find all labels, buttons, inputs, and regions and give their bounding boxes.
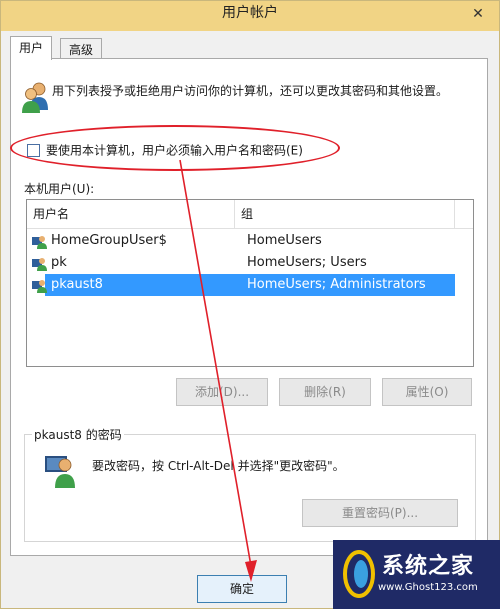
intro-text: 用下列表授予或拒绝用户访问你的计算机，还可以更改其密码和其他设置。 — [52, 84, 449, 98]
user-icon — [32, 258, 47, 271]
require-password-checkbox[interactable] — [27, 144, 40, 157]
properties-button[interactable]: 属性(O) — [382, 378, 472, 406]
users-icon — [22, 82, 48, 113]
column-header-username[interactable]: 用户名 — [27, 200, 235, 228]
row-username: pk — [51, 255, 67, 270]
password-group-title: pkaust8 的密码 — [32, 426, 124, 443]
window-title: 用户帐户 — [222, 5, 278, 21]
require-password-label: 要使用本计算机，用户必须输入用户名和密码(E) — [46, 143, 303, 158]
user-icon — [45, 456, 75, 488]
row-username: pkaust8 — [51, 277, 103, 292]
title-bar: 用户帐户 ✕ — [1, 1, 499, 31]
table-row[interactable]: HomeGroupUser$ HomeUsers — [27, 230, 455, 252]
remove-user-button[interactable]: 删除(R) — [279, 378, 371, 406]
add-user-button[interactable]: 添加(D)... — [176, 378, 268, 406]
watermark-url: www.Ghost123.com — [378, 582, 478, 593]
tab-users[interactable]: 用户 — [10, 36, 53, 60]
row-group: HomeUsers; Users — [247, 255, 367, 270]
table-row-selected[interactable]: pkaust8 HomeUsers; Administrators — [32, 274, 455, 296]
row-group: HomeUsers; Administrators — [247, 277, 426, 292]
tab-advanced[interactable]: 高级 — [60, 38, 103, 60]
user-icon — [32, 280, 47, 293]
logo-icon — [343, 550, 375, 598]
ok-button[interactable]: 确定 — [197, 575, 287, 603]
table-row[interactable]: pk HomeUsers; Users — [27, 252, 455, 274]
require-password-option[interactable]: 要使用本计算机，用户必须输入用户名和密码(E) — [27, 142, 303, 158]
watermark-title: 系统之家 — [382, 554, 475, 579]
reset-password-button[interactable]: 重置密码(P)... — [302, 499, 458, 527]
user-icon — [32, 236, 47, 249]
column-header-group[interactable]: 组 — [235, 200, 455, 228]
users-list-label: 本机用户(U): — [24, 182, 95, 196]
users-listview[interactable]: 用户名 组 HomeGroupUser$ HomeUsers pk HomeUs… — [26, 199, 474, 367]
list-header: 用户名 组 — [27, 200, 473, 229]
close-icon[interactable]: ✕ — [463, 5, 493, 25]
row-username: HomeGroupUser$ — [51, 233, 167, 248]
row-group: HomeUsers — [247, 233, 322, 248]
password-instructions: 要改密码，按 Ctrl-Alt-Del 并选择"更改密码"。 — [92, 459, 345, 473]
